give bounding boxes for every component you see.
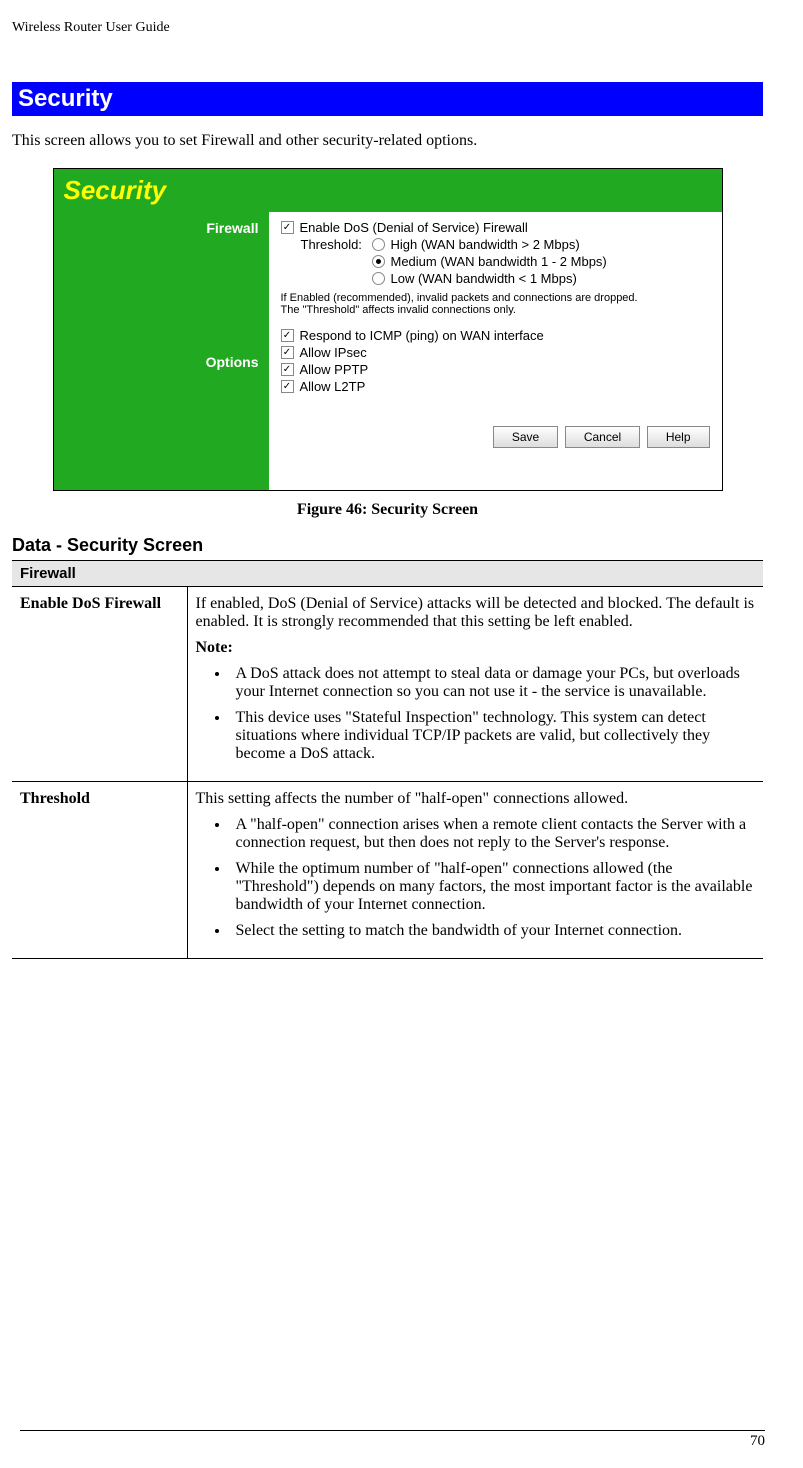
screenshot-note-line2: The "Threshold" affects invalid connecti… <box>281 304 516 316</box>
table-row: Threshold This setting affects the numbe… <box>12 782 763 959</box>
row1-label: Enable DoS Firewall <box>12 587 187 782</box>
save-button[interactable]: Save <box>493 426 558 448</box>
figure-caption: Figure 46: Security Screen <box>12 501 763 519</box>
icmp-label: Respond to ICMP (ping) on WAN interface <box>300 328 544 343</box>
intro-paragraph: This screen allows you to set Firewall a… <box>12 132 763 150</box>
security-data-table: Firewall Enable DoS Firewall If enabled,… <box>12 560 763 959</box>
threshold-low-radio[interactable] <box>372 272 385 285</box>
icmp-checkbox[interactable] <box>281 329 294 342</box>
row2-label: Threshold <box>12 782 187 959</box>
screenshot-title-bar: Security <box>54 169 722 212</box>
pptp-checkbox[interactable] <box>281 363 294 376</box>
page-number: 70 <box>20 1430 765 1450</box>
sidebar-label-options: Options <box>64 354 259 370</box>
table-group-header: Firewall <box>12 561 763 587</box>
screenshot-title: Security <box>64 175 167 205</box>
row1-bullet1: A DoS attack does not attempt to steal d… <box>230 665 756 701</box>
row1-p1: If enabled, DoS (Denial of Service) atta… <box>196 595 756 631</box>
threshold-low-label: Low (WAN bandwidth < 1 Mbps) <box>391 271 577 286</box>
enable-dos-checkbox[interactable] <box>281 221 294 234</box>
cancel-button[interactable]: Cancel <box>565 426 640 448</box>
screenshot-sidebar: Firewall Options <box>54 212 269 490</box>
ipsec-checkbox[interactable] <box>281 346 294 359</box>
help-button[interactable]: Help <box>647 426 710 448</box>
threshold-medium-radio[interactable] <box>372 255 385 268</box>
l2tp-label: Allow L2TP <box>300 379 366 394</box>
table-row: Enable DoS Firewall If enabled, DoS (Den… <box>12 587 763 782</box>
threshold-high-radio[interactable] <box>372 238 385 251</box>
row2-bullet3: Select the setting to match the bandwidt… <box>230 922 756 940</box>
row1-desc: If enabled, DoS (Denial of Service) atta… <box>187 587 763 782</box>
ipsec-label: Allow IPsec <box>300 345 367 360</box>
threshold-medium-label: Medium (WAN bandwidth 1 - 2 Mbps) <box>391 254 607 269</box>
enable-dos-label: Enable DoS (Denial of Service) Firewall <box>300 220 528 235</box>
row2-bullet1: A "half-open" connection arises when a r… <box>230 816 756 852</box>
row2-bullet2: While the optimum number of "half-open" … <box>230 860 756 914</box>
threshold-label: Threshold: <box>301 237 366 252</box>
row1-bullet2: This device uses "Stateful Inspection" t… <box>230 709 756 763</box>
security-screenshot: Security Firewall Options Enable DoS (De… <box>53 168 723 491</box>
document-header: Wireless Router User Guide <box>12 20 763 42</box>
l2tp-checkbox[interactable] <box>281 380 294 393</box>
screenshot-note-line1: If Enabled (recommended), invalid packet… <box>281 292 638 304</box>
table-group-row: Firewall <box>12 561 763 587</box>
pptp-label: Allow PPTP <box>300 362 369 377</box>
sidebar-label-firewall: Firewall <box>64 220 259 236</box>
screenshot-content: Enable DoS (Denial of Service) Firewall … <box>269 212 722 490</box>
row2-p1: This setting affects the number of "half… <box>196 790 756 808</box>
section-title: Security <box>12 82 763 116</box>
row1-note-label: Note: <box>196 639 233 656</box>
threshold-high-label: High (WAN bandwidth > 2 Mbps) <box>391 237 580 252</box>
row2-desc: This setting affects the number of "half… <box>187 782 763 959</box>
data-subheading: Data - Security Screen <box>12 535 763 556</box>
